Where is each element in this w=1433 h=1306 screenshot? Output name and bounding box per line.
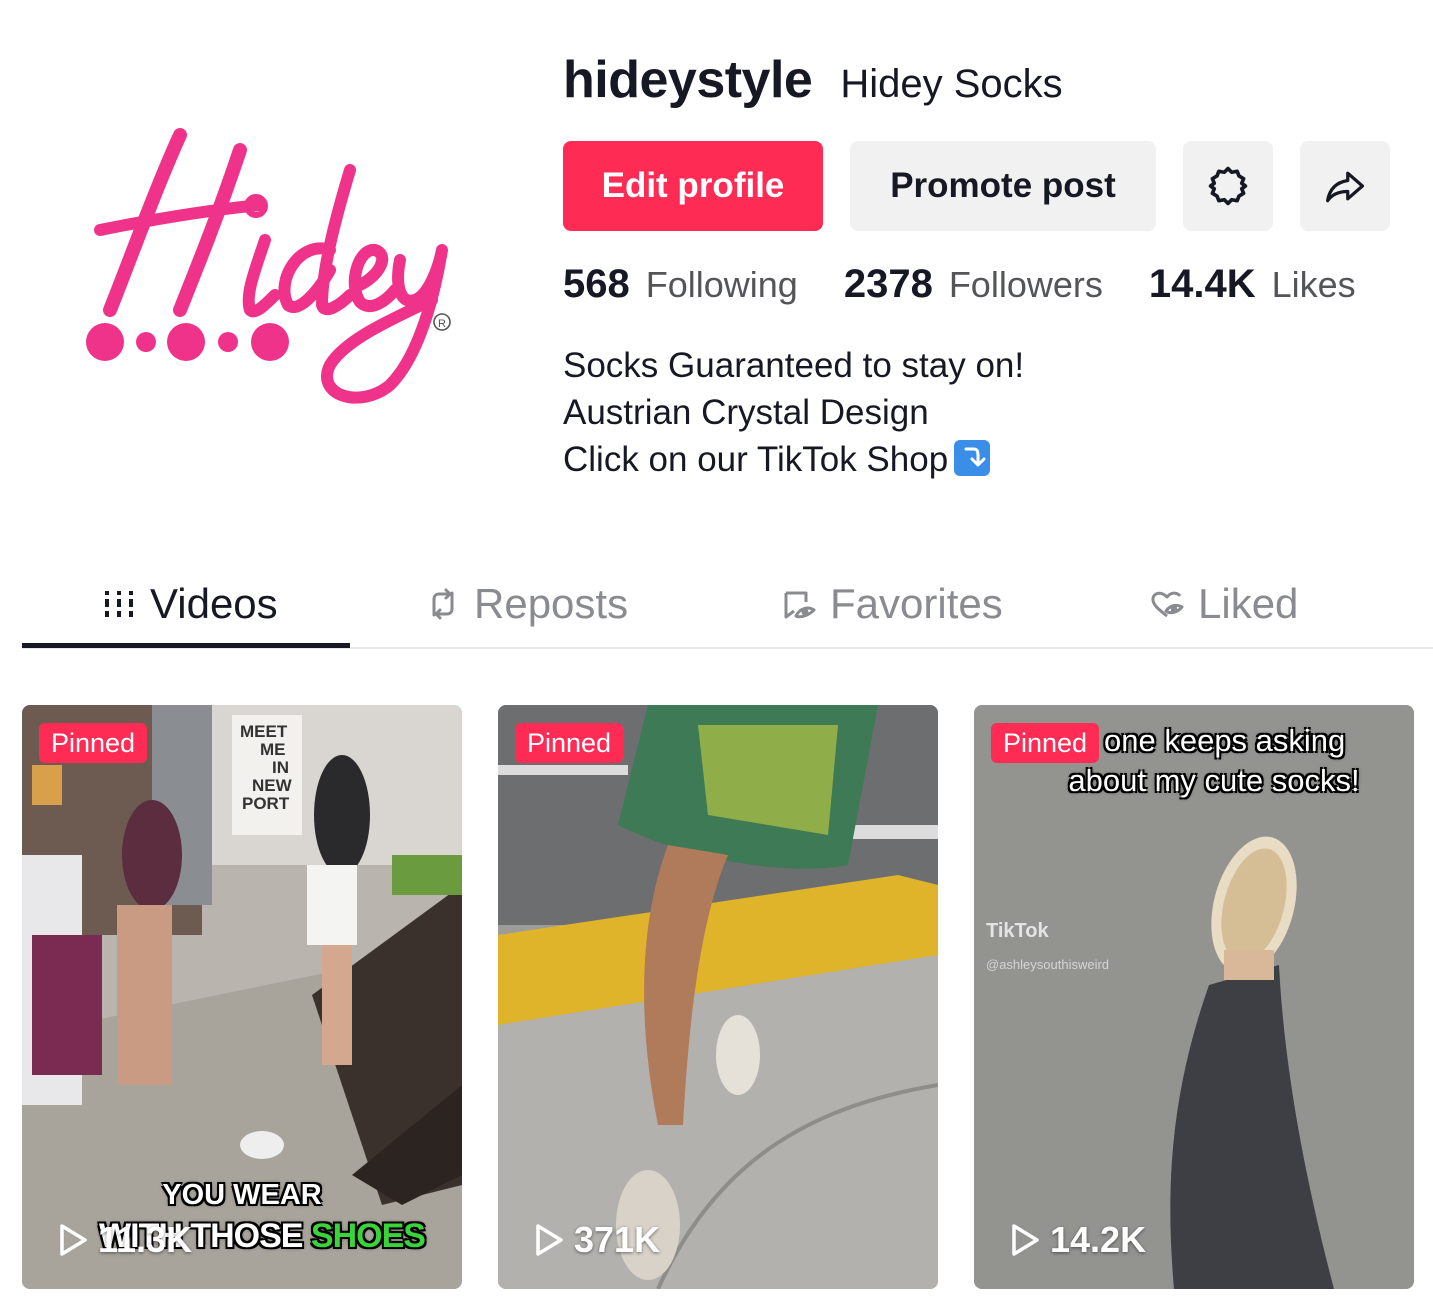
share-arrow-icon: [1325, 171, 1365, 203]
stat-label: Likes: [1271, 264, 1356, 305]
view-count: 14.2K: [1010, 1219, 1146, 1261]
edit-profile-button[interactable]: Edit profile: [563, 141, 823, 231]
profile-actions: Edit profile Promote post: [563, 141, 1390, 231]
gear-icon: [1208, 166, 1248, 206]
play-icon: [1012, 1224, 1039, 1256]
profile-avatar[interactable]: R: [60, 110, 480, 420]
video-thumbnail: [498, 705, 938, 1289]
grid-icon: [105, 590, 133, 617]
watermark-handle: @ashleysouthisweird: [986, 957, 1110, 972]
stat-label: Followers: [948, 264, 1103, 305]
profile-title-row: hideystyle Hidey Socks: [563, 50, 1423, 110]
active-tab-indicator: [22, 643, 350, 648]
view-count-value: 11.3K: [98, 1219, 193, 1260]
tab-label: Reposts: [474, 579, 629, 627]
pinned-badge: Pinned: [515, 723, 624, 763]
bio-line: Socks Guaranteed to stay on!: [563, 346, 1025, 385]
video-caption-top: YOU WEAR: [162, 1179, 322, 1211]
video-grid: MEET ME IN NEW PORT Pinned YOU WEAR WITH…: [22, 705, 1416, 1289]
bookmark-icon: [784, 591, 816, 618]
pinned-badge: Pinned: [39, 723, 148, 763]
profile-stats: 568 Following 2378 Followers 14.4K Likes: [563, 262, 1402, 307]
bio-line-shop: Click on our TikTok Shop: [563, 436, 1024, 483]
tab-reposts[interactable]: Reposts: [426, 560, 628, 647]
share-button[interactable]: [1300, 141, 1390, 231]
video-caption-line1: one keeps asking: [1104, 723, 1346, 758]
video-card[interactable]: Pinned one keeps asking about my cute so…: [974, 705, 1414, 1289]
svg-text:IN: IN: [272, 758, 289, 777]
promote-post-button[interactable]: Promote post: [850, 141, 1156, 231]
video-card[interactable]: MEET ME IN NEW PORT Pinned YOU WEAR WITH…: [22, 705, 462, 1289]
caption-green: SHOES: [310, 1217, 426, 1255]
svg-text:R: R: [438, 318, 446, 330]
play-icon: [60, 1224, 87, 1256]
heart-icon: [1151, 591, 1184, 617]
tiktok-watermark: TikTok: [986, 920, 1049, 942]
tab-favorites[interactable]: Favorites: [782, 560, 1003, 647]
play-icon: [536, 1224, 563, 1256]
video-caption-line2: about my cute socks!: [1068, 763, 1360, 798]
svg-text:PORT: PORT: [242, 794, 290, 813]
hidey-logo-icon: R: [86, 128, 451, 404]
profile-tabs: Videos Reposts Favorites Liked: [22, 560, 1433, 649]
tab-label: Favorites: [830, 579, 1003, 627]
svg-text:NEW: NEW: [252, 776, 293, 795]
stat-value: 14.4K: [1148, 262, 1256, 306]
stat-value: 568: [563, 262, 630, 306]
settings-button[interactable]: [1183, 141, 1273, 231]
tab-liked[interactable]: Liked: [1150, 560, 1298, 647]
tab-label: Liked: [1198, 579, 1299, 627]
view-count: 371K: [534, 1219, 660, 1261]
username: hideystyle: [563, 51, 813, 109]
stat-following[interactable]: 568 Following: [563, 262, 798, 307]
view-count: 11.3K: [58, 1219, 192, 1261]
profile-info: hideystyle Hidey Socks Edit profile Prom…: [563, 50, 1423, 479]
stat-label: Following: [645, 264, 798, 305]
bio-line: Austrian Crystal Design: [563, 393, 929, 432]
view-count-value: 371K: [574, 1219, 661, 1260]
stat-value: 2378: [843, 262, 933, 306]
stat-likes: 14.4K Likes: [1149, 262, 1356, 307]
arrow-down-box-emoji-icon: [954, 440, 991, 476]
stat-followers[interactable]: 2378 Followers: [844, 262, 1103, 307]
repost-icon: [432, 588, 454, 619]
profile-bio: Socks Guaranteed to stay on! Austrian Cr…: [563, 342, 1024, 483]
tab-videos[interactable]: Videos: [102, 560, 278, 647]
nickname: Hidey Socks: [840, 62, 1063, 106]
view-count-value: 14.2K: [1050, 1219, 1147, 1260]
video-card[interactable]: Pinned 371K: [498, 705, 938, 1289]
bio-line-text: Click on our TikTok Shop: [563, 440, 949, 479]
tab-label: Videos: [150, 579, 278, 627]
svg-text:MEET: MEET: [240, 722, 288, 741]
svg-text:ME: ME: [260, 740, 286, 759]
